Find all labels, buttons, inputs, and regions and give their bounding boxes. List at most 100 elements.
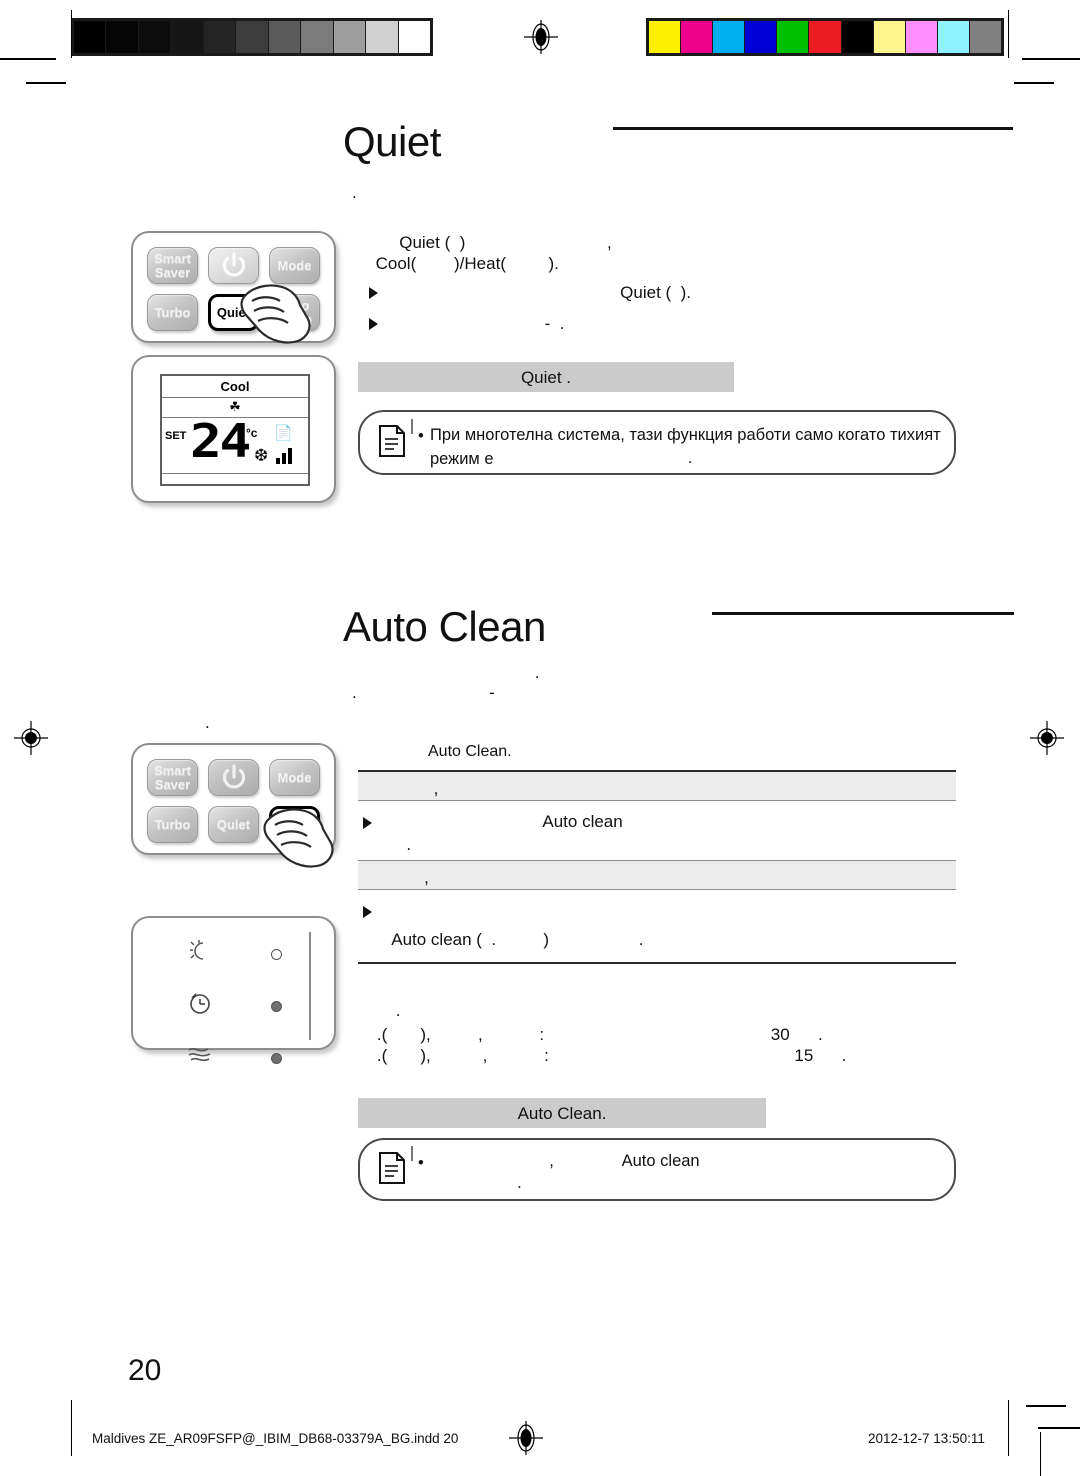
lcd-screen-quiet: Cool ☘ SET 24 °c 📄 ❆ [160, 374, 310, 486]
quiet-icon: 📄 [274, 425, 293, 442]
registration-mark-bottom [509, 1421, 543, 1455]
remote-button-quiet[interactable]: Quiet [208, 294, 259, 331]
registration-mark-right [1030, 721, 1064, 755]
auto-clean-spec-line-2: .( ), , : 30 . [358, 1025, 823, 1044]
note-document-icon [377, 424, 407, 458]
calibration-swatch [745, 21, 778, 53]
calibration-swatch [905, 21, 938, 53]
auto-clean-row-1-band [358, 772, 956, 800]
crop-mark-tl-h2 [26, 82, 66, 84]
grayscale-calibration-bar [71, 18, 433, 56]
crop-mark-br-v [1008, 1400, 1009, 1456]
remote-button-auto-clean[interactable]: Auto Clean [269, 294, 320, 331]
power-icon [219, 763, 249, 793]
quiet-body-line-1: Quiet ( ) , [352, 233, 612, 252]
calibration-swatch [268, 21, 302, 53]
calibration-swatch [171, 21, 204, 53]
auto-clean-row-1-text: Auto clean [378, 812, 623, 831]
auto-clean-lead-3: . [205, 713, 210, 732]
auto-clean-note-line-1: , Auto clean [430, 1152, 700, 1170]
auto-clean-row-2-extra: Auto clean ( . ) . [378, 930, 644, 949]
crop-mark-tl-h [0, 58, 56, 60]
remote-button-smart-saver[interactable]: Smart Saver [147, 247, 198, 284]
sun-moon-icon [165, 938, 235, 970]
remote-control-auto-clean[interactable]: Smart Saver Mode Turbo Quiet Auto Clean [131, 743, 336, 868]
calibration-swatch [203, 21, 237, 53]
note-separator [411, 419, 413, 434]
calibration-swatch [398, 21, 430, 53]
calibration-swatch [681, 21, 714, 53]
remote-button-smart-saver[interactable]: Smart Saver [147, 759, 198, 796]
calibration-swatch [937, 21, 970, 53]
auto-clean-table-bottom-rule [358, 962, 956, 964]
remote-button-turbo[interactable]: Turbo [147, 806, 198, 843]
auto-clean-row-2-band [358, 861, 956, 889]
page-number: 20 [128, 1354, 162, 1387]
lcd-temperature-unit: °c [246, 426, 258, 440]
timer-clock-icon [165, 990, 235, 1022]
indicator-row-airflow [165, 1032, 305, 1084]
auto-clean-lead-2: . - [352, 683, 495, 702]
indoor-unit-indicator-panel [131, 916, 336, 1064]
bullet-triangle-icon [369, 318, 378, 330]
crop-mark-bl-v [71, 1400, 72, 1456]
auto-clean-lead-1: . [530, 663, 540, 682]
page-title-quiet: Quiet [343, 118, 441, 165]
calibration-swatch [649, 21, 682, 53]
calibration-swatch [969, 21, 1002, 53]
lcd-main-row: SET 24 °c 📄 ❆ [162, 414, 308, 474]
bullet-triangle-icon [363, 817, 372, 829]
calibration-swatch [809, 21, 842, 53]
calibration-swatch [138, 21, 172, 53]
crop-mark-tl-v [71, 10, 72, 58]
indicator-row-smart-saver [165, 928, 305, 980]
auto-clean-sub-label: Auto Clean. [428, 743, 512, 760]
remote-button-power[interactable] [208, 759, 259, 796]
color-calibration-bar [646, 18, 1004, 56]
auto-clean-note-bullet: • [418, 1154, 424, 1172]
remote-button-power[interactable] [208, 247, 259, 284]
crop-mark-tr-v [1008, 10, 1009, 58]
crop-mark-br-v2 [1040, 1432, 1041, 1476]
fan-icon: ❆ [254, 446, 269, 465]
crop-mark-tr-h [1022, 58, 1080, 60]
auto-clean-spec-line-3: .( ), , : 15 . [358, 1046, 847, 1065]
lcd-mode-label: Cool [162, 376, 308, 398]
auto-clean-note-line-2: . [430, 1174, 522, 1192]
page-title-auto-clean: Auto Clean [343, 603, 546, 650]
remote-button-auto-clean[interactable]: Auto Clean [269, 806, 320, 843]
auto-clean-row-1-band-text: , [358, 779, 439, 798]
remote-lcd-device-quiet: Cool ☘ SET 24 °c 📄 ❆ [131, 355, 336, 503]
remote-control-quiet[interactable]: Smart Saver Mode Turbo Quiet Auto Clean [131, 231, 336, 344]
bullet-triangle-icon [369, 287, 378, 299]
remote-button-mode[interactable]: Mode [269, 759, 320, 796]
footer-timestamp: 2012-12-7 13:50:11 [868, 1431, 985, 1446]
title-rule-auto-clean [712, 612, 1014, 615]
remote-button-quiet[interactable]: Quiet [208, 806, 259, 843]
registration-mark-top [524, 20, 558, 54]
quiet-note-bullet: • [418, 427, 424, 445]
lcd-temperature-value: 24 [190, 414, 251, 468]
remote-button-turbo[interactable]: Turbo [147, 294, 198, 331]
auto-clean-band-label: Auto Clean. [517, 1104, 607, 1123]
lcd-set-label: SET [165, 430, 187, 442]
quiet-bullet-1: Quiet ( ). [384, 283, 692, 302]
smart-saver-indicator-icon: ☘ [229, 399, 241, 414]
crop-mark-br-h1 [1026, 1405, 1066, 1407]
calibration-swatch [713, 21, 746, 53]
indicator-row-timer [165, 980, 305, 1032]
airflow-waves-icon [165, 1044, 235, 1072]
note-document-icon [377, 1151, 407, 1185]
power-icon [219, 251, 249, 281]
auto-clean-row-1-extra: . [378, 835, 412, 854]
indicator-led-on [271, 1052, 282, 1064]
indicator-panel-divider [309, 932, 311, 1040]
footer-file-name: Maldives ZE_AR09FSFP@_IBIM_DB68-03379A_B… [92, 1431, 459, 1446]
calibration-swatch [366, 21, 399, 53]
bullet-triangle-icon [363, 906, 372, 918]
registration-mark-left [14, 721, 48, 755]
remote-button-mode[interactable]: Mode [269, 247, 320, 284]
quiet-body-line-2: Cool( )/Heat( ). [352, 254, 559, 273]
calibration-swatch [333, 21, 367, 53]
quiet-band-label: Quiet . [520, 368, 572, 387]
